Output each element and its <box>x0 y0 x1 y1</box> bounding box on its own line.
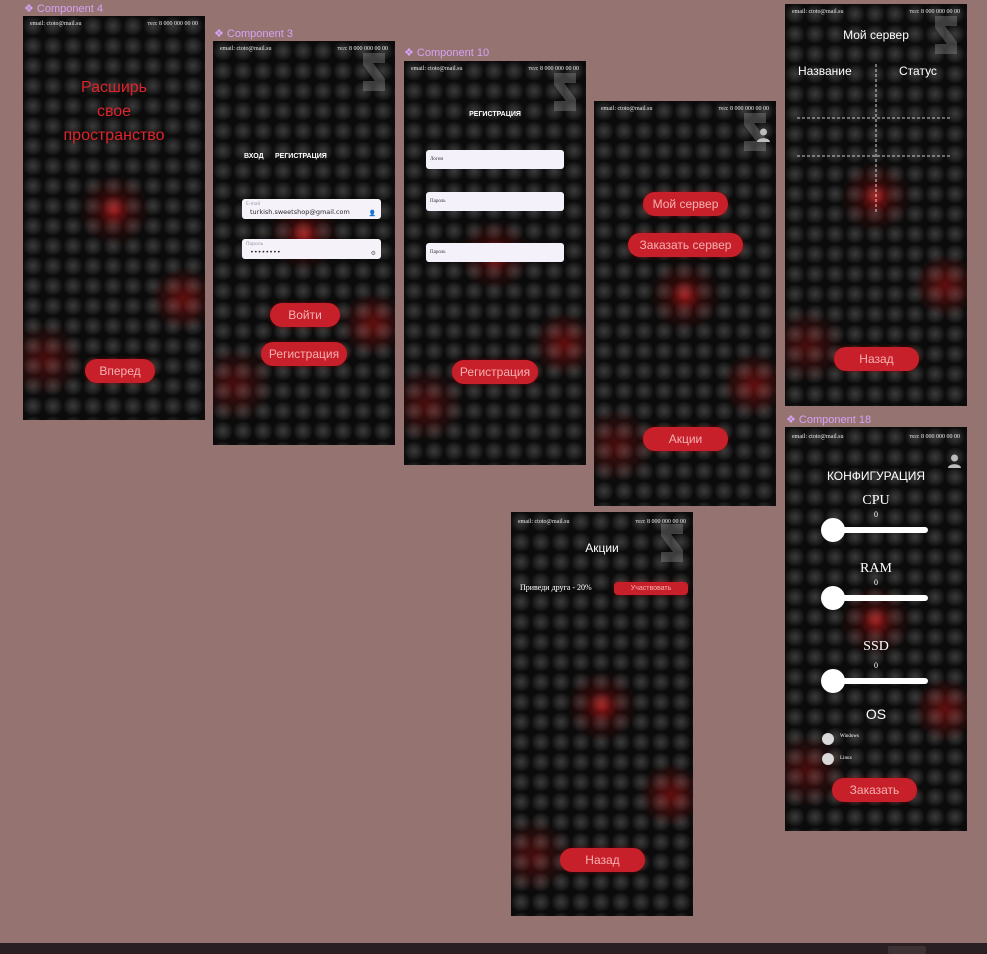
screen-configuration: email: ctoto@mail.su тел: 8 000 000 00 0… <box>785 427 967 831</box>
cpu-label: CPU <box>862 493 890 508</box>
register-button[interactable]: Регистрация <box>261 342 347 366</box>
ssd-slider-knob[interactable] <box>821 669 845 693</box>
ram-slider-knob[interactable] <box>821 586 845 610</box>
component-label-10: ❖ Component 10 <box>404 47 490 59</box>
email-field[interactable]: E-mail turkish.sweetshop@gmail.com 👤 <box>242 199 381 219</box>
back-button[interactable]: Назад <box>560 848 645 872</box>
promos-button[interactable]: Акции <box>643 427 728 451</box>
my-server-button[interactable]: Мой сервер <box>643 192 728 216</box>
user-icon[interactable] <box>948 454 961 468</box>
password-placeholder: Пароль <box>246 242 264 247</box>
ram-value: 0 <box>874 578 878 587</box>
promo-text: Приведи друга - 20% <box>520 583 592 592</box>
order-server-button[interactable]: Заказать сервер <box>628 233 743 257</box>
contact-email: email: ctoto@mail.su <box>792 434 844 440</box>
radio-linux[interactable] <box>822 753 834 765</box>
email-value: turkish.sweetshop@gmail.com <box>250 208 350 216</box>
os-windows-label: Windows <box>840 734 859 739</box>
headline-line: пространство <box>63 127 165 144</box>
gear-icon[interactable]: ⚙ <box>371 250 376 257</box>
registration-title: РЕГИСТРАЦИЯ <box>469 111 521 118</box>
screen-promos: email: ctoto@mail.su тел: 8 000 000 00 0… <box>511 512 693 916</box>
password-confirm-field[interactable]: Пароль <box>426 243 564 262</box>
component-label-3: ❖ Component 3 <box>214 28 293 40</box>
component-label-4: ❖ Component 4 <box>24 3 103 15</box>
screen-registration: email: ctoto@mail.su тел: 8 000 000 00 0… <box>404 61 586 465</box>
column-status: Статус <box>899 64 937 78</box>
cpu-value: 0 <box>874 510 878 519</box>
user-icon[interactable] <box>757 128 770 142</box>
cpu-slider-knob[interactable] <box>821 518 845 542</box>
bottom-taskbar <box>0 943 987 954</box>
headline-line: свое <box>96 103 132 120</box>
logo-icon <box>363 53 385 91</box>
contact-email: email: ctoto@mail.su <box>30 21 82 27</box>
contact-email: email: ctoto@mail.su <box>220 46 272 52</box>
screen-login: email: ctoto@mail.su тел: 8 000 000 00 0… <box>213 41 395 445</box>
cpu-slider-track[interactable] <box>832 527 928 533</box>
os-label: OS <box>865 706 887 722</box>
login-button[interactable]: Войти <box>270 303 340 327</box>
column-name: Название <box>798 64 852 78</box>
tab-register[interactable]: РЕГИСТРАЦИЯ <box>275 153 327 160</box>
screen-menu: email: ctoto@mail.su тел: 8 000 000 00 0… <box>594 101 776 506</box>
headline-line: Расширь <box>80 79 148 96</box>
screen-splash: email: ctoto@mail.su тел: 8 000 000 00 0… <box>23 16 205 420</box>
contact-email: email: ctoto@mail.su <box>518 519 570 525</box>
tab-login[interactable]: ВХОД <box>244 153 264 160</box>
contact-phone: тел: 8 000 000 00 00 <box>147 21 198 27</box>
ram-slider-track[interactable] <box>832 595 928 601</box>
splash-headline: Расширь свое пространство <box>23 76 205 148</box>
ssd-label: SSD <box>863 639 889 654</box>
password-field[interactable]: Пароль <box>426 192 564 211</box>
contact-email: email: ctoto@mail.su <box>601 106 653 112</box>
promos-title: Акции <box>585 541 619 555</box>
component-label-18: ❖ Component 18 <box>786 414 872 426</box>
email-placeholder: E-mail <box>246 202 261 207</box>
password-value: •••••••• <box>250 248 281 256</box>
radio-windows[interactable] <box>822 733 834 745</box>
configuration-title: КОНФИГУРАЦИЯ <box>826 469 926 483</box>
logo-icon <box>554 73 576 111</box>
password-field[interactable]: Пароль •••••••• ⚙ <box>242 239 381 259</box>
top-bar: email: ctoto@mail.su тел: 8 000 000 00 0… <box>23 16 205 32</box>
my-server-title: Мой сервер <box>843 28 909 42</box>
register-button[interactable]: Регистрация <box>452 360 538 384</box>
contact-email: email: ctoto@mail.su <box>792 9 844 15</box>
login-field[interactable]: Логин <box>426 150 564 169</box>
ssd-slider-track[interactable] <box>832 678 928 684</box>
screen-my-server: email: ctoto@mail.su тел: 8 000 000 00 0… <box>785 4 967 406</box>
forward-button[interactable]: Вперед <box>85 359 155 383</box>
os-linux-label: Linux <box>840 756 852 761</box>
contact-email: email: ctoto@mail.su <box>411 66 463 72</box>
taskbar-button[interactable] <box>888 946 926 954</box>
order-button[interactable]: Заказать <box>832 778 917 802</box>
ssd-value: 0 <box>874 661 878 670</box>
participate-button[interactable]: Участвовать <box>614 582 688 595</box>
ram-label: RAM <box>860 561 892 576</box>
back-button[interactable]: Назад <box>834 347 919 371</box>
contact-phone: тел: 8 000 000 00 00 <box>909 434 960 440</box>
top-bar: email: ctoto@mail.su тел: 8 000 000 00 0… <box>785 429 967 445</box>
user-small-icon: 👤 <box>368 210 376 217</box>
